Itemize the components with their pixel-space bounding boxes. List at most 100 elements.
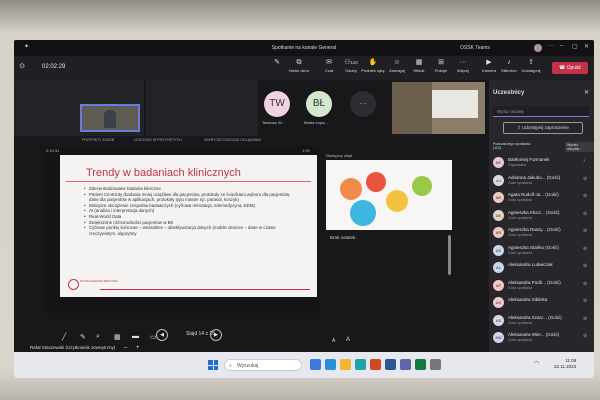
participant-role: Gość spotkania (508, 180, 533, 185)
taskbar-app-icon[interactable] (340, 359, 351, 370)
mic-muted-icon: ⊘ (583, 333, 588, 339)
room-video[interactable] (392, 82, 485, 134)
participant-row[interactable]: AR Agata Rudolf-Ja... (Gość) Gość spotkani… (493, 191, 594, 208)
participant-avatar: AJ (493, 174, 504, 186)
zoom-out-icon[interactable]: – (124, 345, 127, 351)
notes-scrollbar[interactable] (448, 235, 451, 275)
slide-bullets: Zdecentralizowane badania kliniczne Pati… (84, 186, 298, 236)
close-panel-icon[interactable]: ✕ (584, 89, 589, 96)
network-icon[interactable]: ◠ (534, 360, 539, 367)
participant-row[interactable]: AL Aleksandra Ludwiczak ⊘ (493, 261, 594, 278)
next-slide-shape (412, 176, 432, 196)
video-tile[interactable] (146, 80, 258, 136)
slide-duration: 1:09 (302, 148, 310, 153)
meeting-timer: 02:02:29 (42, 64, 66, 70)
people-count: 110 (350, 60, 358, 65)
participant-role: Gość spotkania (508, 233, 533, 237)
participant-row[interactable]: AJ Adrianna Jakubo... (Gość) Gość spotkani… (493, 174, 594, 191)
participant-row[interactable]: AK Agnieszka Klucz... (Gość) Gość spotkani… (493, 209, 594, 226)
share-icon: ⇪ (528, 59, 534, 66)
section-header[interactable]: Podczas tego spotkania (110) (493, 142, 530, 150)
taskbar-app-icon[interactable] (310, 359, 321, 370)
meeting-toolbar: ⊙ 02:02:29 ✎ ⧉ Nowe okno ✉ Czat ⚇110 Osoby … (14, 56, 594, 80)
participant-row[interactable]: AS Agnieszka Stańko (Gość) Gość spotkania ⊘ (493, 244, 594, 261)
participant-role: Gość spotkania (508, 320, 533, 325)
speaker-notes[interactable]: Brak notatek. (326, 233, 450, 333)
mic-muted-icon: ⊘ (583, 263, 588, 269)
participant-role: Gość spotkania (508, 250, 533, 255)
participant-name: Agnieszka Klucz... (Gość) (508, 209, 560, 215)
raise-hand-icon: ✋ (368, 59, 378, 66)
next-slide-shape (350, 200, 376, 226)
taskbar-search-input[interactable]: ⌕ Wyszukaj (224, 359, 302, 371)
speaker-figure (104, 110, 116, 128)
participant-name: Bartłomiej Furmanek (508, 157, 550, 162)
participant-role: Organizator (508, 163, 527, 167)
slide-bullet: Cyfrowe punkty końcowe – wearables – obi… (84, 225, 298, 236)
more-participants-icon[interactable]: ··· (350, 91, 376, 117)
participant-avatar: AK (493, 209, 504, 221)
next-slide-shape (366, 172, 386, 192)
share-button[interactable]: ⇪ Udostępnij (516, 58, 546, 73)
presenter-name: Rafał Staszewski (Użytkownik zewnętrzny) (30, 345, 116, 350)
participant-row[interactable]: AR Agnieszka Raszy... (Gość) Gość spotkani… (493, 226, 594, 243)
avatar-name: Tadeusz W... (262, 120, 285, 125)
taskbar-app-icon[interactable] (355, 359, 366, 370)
more-button[interactable]: ··· Więcej (450, 58, 476, 73)
font-smaller-icon[interactable]: A (332, 338, 335, 344)
participant-name: Aleksandra Szarz... (Gość) (508, 314, 562, 320)
notes-text: Brak notatek. (330, 235, 357, 240)
blackout-icon[interactable]: ▬ (132, 333, 139, 340)
share-invite-button[interactable]: ⇪ Udostępnij zaproszenie (503, 122, 583, 134)
user-avatar[interactable] (534, 44, 542, 52)
previous-slide-button[interactable]: ◀ (156, 329, 168, 341)
zoom-in-icon[interactable]: + (136, 345, 140, 351)
next-slide-shape (340, 178, 362, 200)
close-icon[interactable]: ✕ (584, 43, 589, 50)
search-icon: ⌕ (229, 363, 232, 369)
mic-muted-icon: ⊘ (583, 298, 588, 304)
avatar[interactable]: BŁ (306, 91, 332, 117)
participant-role: Gość spotkania (508, 285, 533, 290)
participant-name: Aleksandra Podb... (Gość) (508, 279, 561, 285)
participant-name: Aleksandra Wier... (Gość) (508, 332, 560, 337)
participant-row[interactable]: AW Aleksandra Wier... (Gość) Gość spotkani… (493, 331, 594, 348)
participant-avatar: AP (493, 279, 504, 291)
zoom-icon[interactable]: ⌕ (96, 333, 100, 341)
participant-row[interactable]: AS Aleksandra Szarz... (Gość) Gość spotkan… (493, 314, 594, 331)
minimize-icon[interactable]: – (560, 43, 563, 49)
participant-role: Gość spotkania (508, 338, 533, 342)
academy-logo-icon (68, 279, 79, 290)
raise-hand-button[interactable]: ✋ Podnieś rękę (360, 58, 386, 73)
pen-tool-icon[interactable]: ✎ (80, 333, 86, 341)
more-options-icon[interactable]: ··· (548, 43, 554, 49)
mute-all-button[interactable]: Wycisz wszystk... (565, 142, 594, 152)
participant-name: Aleksandra Sibilska (508, 297, 548, 302)
next-slide-button[interactable]: ▶ (210, 329, 222, 341)
taskbar-app-icon[interactable] (400, 359, 411, 370)
taskbar-app-icon[interactable] (430, 359, 441, 370)
participant-row[interactable]: AP Aleksandra Podb... (Gość) Gość spotkani… (493, 279, 594, 296)
taskbar-clock[interactable]: 11:09 22.11.2023 (554, 358, 576, 370)
taskbar-app-icon[interactable] (385, 359, 396, 370)
slides-grid-icon[interactable]: ▦ (114, 333, 121, 341)
taskbar-app-icon[interactable] (325, 359, 336, 370)
slide-bullet: Patient Centricity (badania mniej uciążl… (84, 192, 298, 203)
font-larger-icon[interactable]: A (346, 337, 350, 343)
laser-pointer-icon[interactable]: ╱ (62, 333, 66, 341)
participant-search-input[interactable]: Wpisz nazwę (493, 106, 589, 117)
speaker-video[interactable] (80, 104, 140, 132)
participant-row[interactable]: BF Bartłomiej Furmanek Organizator ♪ (493, 156, 594, 173)
participant-role: Gość spotkania (508, 215, 533, 220)
next-slide-preview[interactable] (326, 160, 452, 230)
new-window-button[interactable]: ⧉ Nowe okno (286, 58, 312, 73)
start-windows-icon[interactable] (208, 360, 218, 370)
avatar[interactable]: TW (264, 91, 290, 117)
participant-row[interactable]: AS Aleksandra Sibilska ⊘ (493, 296, 594, 313)
org-name[interactable]: OSSK Teams (460, 45, 490, 51)
maximize-icon[interactable]: ▢ (572, 43, 578, 50)
taskbar-app-icon[interactable] (370, 359, 381, 370)
leave-button[interactable]: ☎ Opuść (552, 62, 588, 74)
taskbar-app-icon[interactable] (415, 359, 426, 370)
next-slide-shape (386, 190, 408, 212)
